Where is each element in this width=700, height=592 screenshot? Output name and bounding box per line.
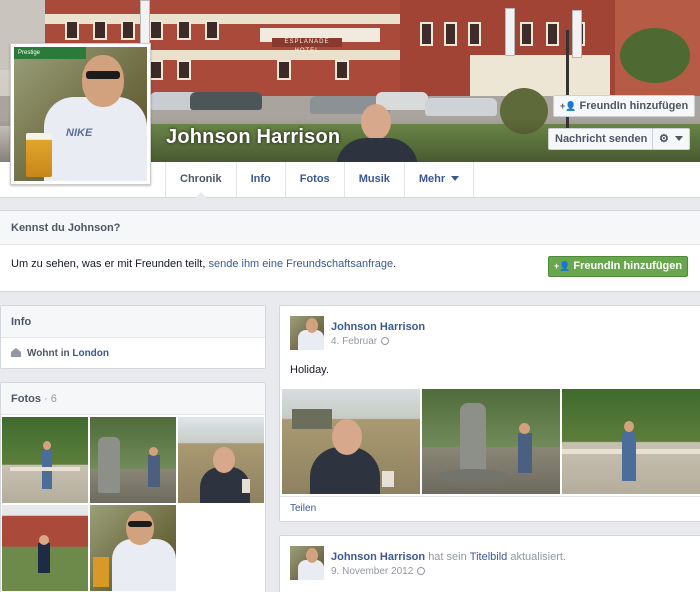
avatar[interactable] [290,546,324,580]
tab-musik[interactable]: Musik [345,162,405,197]
post-photo[interactable] [562,389,700,494]
add-friend-icon: +👤 [560,101,577,111]
post-date[interactable]: 4. Februar [331,336,390,347]
cover-photo-link[interactable]: Titelbild [470,551,508,563]
info-title[interactable]: Info [1,306,265,338]
tab-fotos[interactable]: Fotos [286,162,345,197]
beer-glass [26,133,52,177]
timeline-post: Johnson Harrison hat sein Titelbild aktu… [279,535,700,592]
settings-dropdown-button[interactable]: ⚙ [652,128,690,150]
friend-request-link[interactable]: sende ihm eine Freundschaftsanfrage [208,258,393,270]
tab-mehr[interactable]: Mehr [405,162,475,197]
city-link[interactable]: London [72,348,109,359]
shirt-logo: NIKE [66,127,93,139]
chevron-down-icon [674,136,683,141]
share-link[interactable]: Teilen [290,503,316,514]
photo-thumbnail[interactable] [90,417,176,503]
add-friend-button-main[interactable]: +👤 FreundIn hinzufügen [548,256,688,277]
add-friend-icon: +👤 [553,261,571,271]
cover-person [336,100,418,162]
photo-thumbnail[interactable] [2,417,88,503]
globe-icon [381,337,390,345]
flag [505,8,515,56]
post-photo[interactable] [282,389,420,494]
hotel-sign: ESPLANADE HOTEL [272,38,342,54]
post-author-link[interactable]: Johnson Harrison [331,551,425,563]
post-author-link[interactable]: Johnson Harrison [331,321,425,333]
tab-chronik[interactable]: Chronik [166,162,237,198]
photos-count: 6 [50,393,57,405]
chevron-down-icon [451,176,460,181]
profile-name[interactable]: Johnson Harrison [166,126,340,149]
timeline-post: Johnson Harrison 4. Februar Holiday. Tei… [279,305,700,522]
post-date[interactable]: 9. November 2012 [331,566,426,577]
car [425,98,497,116]
globe-icon [417,567,426,575]
flag [572,10,582,58]
flag [140,0,150,48]
info-panel: Info Wohnt in London [0,305,266,369]
know-title: Kennst du Johnson? [0,211,700,245]
tree [620,28,690,83]
post-header: Johnson Harrison hat sein Titelbild aktu… [331,551,566,563]
house-icon [11,348,21,357]
photo-thumbnail[interactable] [178,417,264,503]
photo-thumbnail[interactable] [90,505,176,591]
know-text: Um zu sehen, was er mit Freunden teilt, … [11,258,397,270]
know-person-box: Kennst du Johnson? Um zu sehen, was er m… [0,210,700,292]
gear-icon: ⚙ [659,133,669,145]
profile-pic-sign: Prestige [14,47,86,59]
tab-info[interactable]: Info [237,162,286,197]
photo-thumbnail[interactable] [2,505,88,591]
send-message-button[interactable]: Nachricht senden [548,128,655,150]
photos-title[interactable]: Fotos · 6 [1,383,265,415]
post-text: Holiday. [290,364,329,376]
add-friend-button[interactable]: +👤 FreundIn hinzufügen [553,95,696,117]
profile-picture[interactable]: Prestige NIKE [10,43,151,185]
car [190,92,262,110]
post-photo[interactable] [422,389,560,494]
photos-panel: Fotos · 6 [0,382,266,592]
lives-in-row: Wohnt in London [11,348,109,359]
avatar[interactable] [290,316,324,350]
